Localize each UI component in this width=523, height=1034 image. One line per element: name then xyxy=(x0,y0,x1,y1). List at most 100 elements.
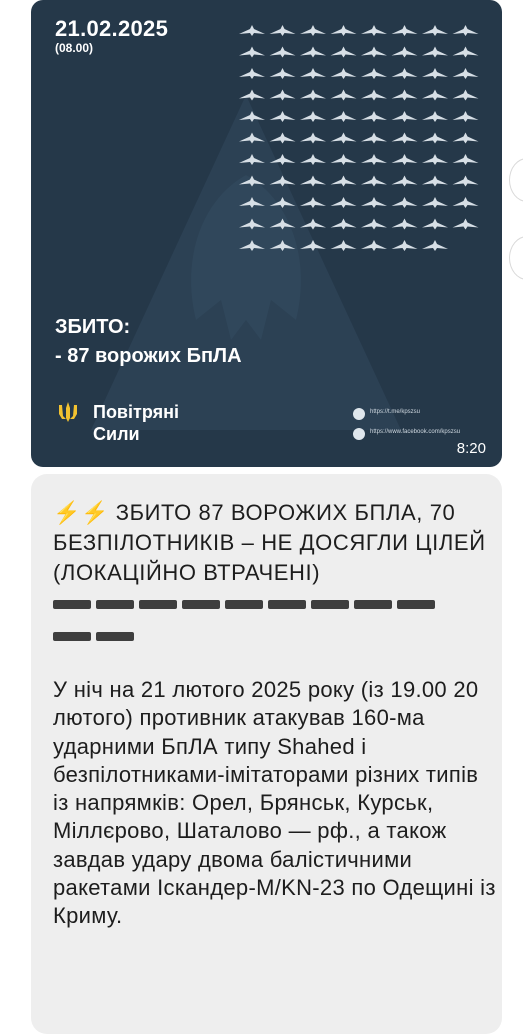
separator-dash xyxy=(139,600,177,609)
drone-icon xyxy=(239,175,265,187)
drone-icon xyxy=(452,68,479,79)
drone-icon xyxy=(300,197,326,208)
drone-icon xyxy=(239,25,265,36)
drone-icon xyxy=(239,197,265,208)
drone-icon xyxy=(269,89,296,101)
drone-icon xyxy=(269,25,296,36)
separator-dash xyxy=(311,600,349,609)
drone-icon xyxy=(452,197,479,208)
drone-icon xyxy=(269,46,296,58)
post-time-small: (08.00) xyxy=(55,41,94,55)
drone-icon xyxy=(361,111,387,122)
drone-icon xyxy=(300,175,326,187)
logo-line-2: Сили xyxy=(93,424,140,444)
drone-icon xyxy=(239,154,265,165)
drone-icon xyxy=(391,197,418,208)
separator-dash xyxy=(225,600,263,609)
drone-icon xyxy=(330,46,357,58)
drone-icon xyxy=(330,111,357,122)
drone-icon xyxy=(300,25,326,36)
drone-icon xyxy=(422,154,448,165)
drone-icon xyxy=(422,89,448,101)
drone-icon xyxy=(330,68,357,79)
telegram-icon xyxy=(353,408,365,420)
drone-icon xyxy=(269,68,296,79)
side-action-button-bottom[interactable] xyxy=(509,236,523,280)
drone-icon xyxy=(422,25,448,36)
drone-icon xyxy=(452,46,479,58)
lightning-icon: ⚡⚡ xyxy=(53,500,109,525)
post-date: 21.02.2025 xyxy=(55,16,169,41)
telegram-link-text: https://t.me/kpszsu xyxy=(370,409,421,415)
separator-dash xyxy=(397,600,435,609)
drone-icon xyxy=(330,240,357,251)
drone-icon xyxy=(330,89,357,101)
separator-dash xyxy=(96,632,134,641)
drone-grid xyxy=(239,25,479,251)
drone-icon xyxy=(300,132,326,144)
drone-icon xyxy=(300,154,326,165)
drone-icon xyxy=(391,25,418,36)
drone-icon xyxy=(391,154,418,165)
drone-icon xyxy=(269,175,296,187)
drone-icon xyxy=(361,218,387,230)
drone-icon xyxy=(269,197,296,208)
drone-icon xyxy=(330,175,357,187)
shot-down-label: ЗБИТО: xyxy=(55,316,131,338)
message-headline: ⚡⚡ ЗБИТО 87 ВОРОЖИХ БПЛА, 70 БЕЗПІЛОТНИК… xyxy=(53,498,493,588)
drone-icon xyxy=(422,218,448,230)
separator-line xyxy=(53,600,473,664)
drone-icon xyxy=(330,197,357,208)
drone-icon xyxy=(300,89,326,101)
drone-icon xyxy=(422,132,448,144)
drone-icon xyxy=(452,218,479,230)
drone-icon xyxy=(422,68,448,79)
drone-icon xyxy=(239,111,265,122)
drone-icon xyxy=(391,132,418,144)
drone-icon xyxy=(452,25,479,36)
drone-icon xyxy=(239,46,265,58)
drone-icon xyxy=(269,154,296,165)
drone-icon xyxy=(452,175,479,187)
drone-icon xyxy=(361,132,387,144)
separator-dash xyxy=(182,600,220,609)
drone-icon xyxy=(269,218,296,230)
drone-icon xyxy=(330,25,357,36)
drone-icon xyxy=(361,46,387,58)
drone-icon xyxy=(361,240,387,251)
drone-icon xyxy=(422,111,448,122)
drone-icon xyxy=(422,240,448,251)
drone-icon xyxy=(330,218,357,230)
message-body: У ніч на 21 лютого 2025 року (із 19.00 2… xyxy=(53,677,496,929)
drone-icon xyxy=(391,111,418,122)
drone-icon xyxy=(300,111,326,122)
post-image[interactable]: 21.02.2025 (08.00) ЗБИТО: - 87 ворожих Б… xyxy=(31,0,502,467)
drone-icon xyxy=(300,68,326,79)
drone-icon xyxy=(452,111,479,122)
drone-icon xyxy=(330,132,357,144)
drone-icon xyxy=(391,68,418,79)
drone-icon xyxy=(239,89,265,101)
drone-icon xyxy=(330,154,357,165)
drone-icon xyxy=(239,218,265,230)
drone-icon xyxy=(452,154,479,165)
logo-line-1: Повітряні xyxy=(93,402,179,422)
shot-down-count: - 87 ворожих БпЛА xyxy=(55,345,242,367)
drone-icon xyxy=(269,240,296,251)
headline-text: ЗБИТО 87 ВОРОЖИХ БПЛА, 70 БЕЗПІЛОТНИКІВ … xyxy=(53,500,486,585)
drone-icon xyxy=(361,89,387,101)
drone-icon xyxy=(452,89,479,101)
facebook-link-text: https://www.facebook.com/kpszsu xyxy=(370,429,461,435)
drone-icon xyxy=(361,25,387,36)
drone-icon xyxy=(239,240,265,251)
trident-icon xyxy=(59,402,77,422)
side-action-button-top[interactable] xyxy=(509,158,523,202)
drone-icon xyxy=(422,175,448,187)
drone-icon xyxy=(391,46,418,58)
drone-icon xyxy=(391,89,418,101)
drone-icon xyxy=(361,68,387,79)
drone-icon xyxy=(422,197,448,208)
separator-dash xyxy=(268,600,306,609)
drone-icon xyxy=(452,132,479,144)
logo-text: Повітряні Сили xyxy=(93,401,179,445)
